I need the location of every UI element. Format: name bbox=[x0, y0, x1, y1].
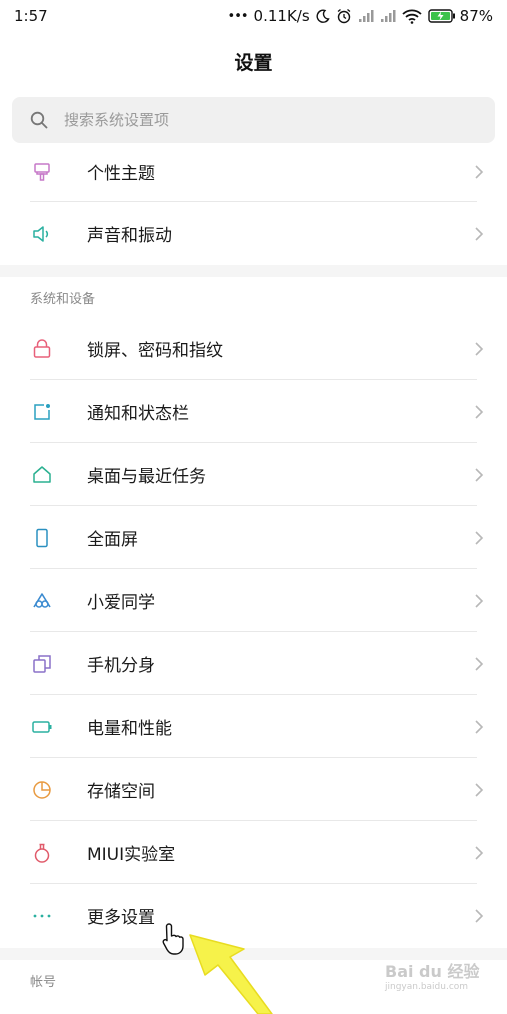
speaker-icon bbox=[30, 222, 54, 246]
settings-item-label: 小爱同学 bbox=[87, 593, 155, 613]
settings-item-label: 电量和性能 bbox=[87, 719, 172, 739]
settings-item-lab[interactable]: MIUI实验室 bbox=[0, 821, 507, 884]
settings-item-clone[interactable]: 手机分身 bbox=[0, 632, 507, 695]
more-dots-icon bbox=[30, 904, 54, 928]
page-title: 设置 bbox=[234, 52, 273, 74]
clone-icon bbox=[30, 652, 54, 676]
search-icon bbox=[30, 111, 48, 129]
settings-item-label: 存储空间 bbox=[87, 782, 155, 802]
notification-icon bbox=[30, 400, 54, 424]
chevron-right-icon bbox=[475, 593, 484, 608]
hand-cursor-icon bbox=[162, 923, 184, 955]
settings-item-label: 声音和振动 bbox=[87, 226, 172, 246]
settings-item-label: 更多设置 bbox=[87, 908, 155, 928]
settings-item-label: 锁屏、密码和指纹 bbox=[87, 341, 223, 361]
section-title-system: 系统和设备 bbox=[30, 292, 96, 307]
settings-item-label: 桌面与最近任务 bbox=[87, 467, 206, 487]
network-speed: 0.11K/s bbox=[253, 7, 310, 25]
settings-item-lock[interactable]: 锁屏、密码和指纹 bbox=[0, 317, 507, 380]
settings-item-xiaoai[interactable]: 小爱同学 bbox=[0, 569, 507, 632]
settings-item-label: 手机分身 bbox=[87, 656, 155, 676]
settings-item-desktop[interactable]: 桌面与最近任务 bbox=[0, 443, 507, 506]
battery-level: 87% bbox=[459, 7, 493, 25]
status-icons: ••• 0.11K/s 87% bbox=[228, 7, 493, 25]
chevron-right-icon bbox=[475, 845, 484, 860]
status-bar: 1:57 ••• 0.11K/s 87% bbox=[0, 0, 507, 32]
section-title-account: 帐号 bbox=[30, 975, 57, 990]
chevron-right-icon bbox=[475, 404, 484, 419]
watermark: Bai du 经验 jingyan.baidu.com bbox=[385, 958, 479, 992]
xiaoai-icon bbox=[30, 589, 54, 613]
chevron-right-icon bbox=[475, 164, 484, 179]
signal-icon bbox=[358, 10, 374, 22]
battery-indicator: 87% bbox=[427, 7, 493, 25]
chevron-right-icon bbox=[475, 341, 484, 356]
settings-item-label: 通知和状态栏 bbox=[87, 404, 189, 424]
settings-item-battery[interactable]: 电量和性能 bbox=[0, 695, 507, 758]
flask-icon bbox=[30, 841, 54, 865]
search-input[interactable] bbox=[64, 111, 444, 129]
chevron-right-icon bbox=[475, 908, 484, 923]
battery-charging-icon bbox=[427, 9, 455, 23]
phone-icon bbox=[30, 526, 54, 550]
moon-icon bbox=[316, 9, 330, 23]
chevron-right-icon bbox=[475, 656, 484, 671]
search-bar[interactable] bbox=[12, 97, 495, 143]
settings-item-label: 个性主题 bbox=[87, 164, 155, 184]
theme-brush-icon bbox=[30, 160, 54, 184]
chevron-right-icon bbox=[475, 719, 484, 734]
status-time: 1:57 bbox=[14, 7, 48, 25]
settings-item-storage[interactable]: 存储空间 bbox=[0, 758, 507, 821]
wifi-icon bbox=[402, 9, 422, 24]
home-icon bbox=[30, 463, 54, 487]
watermark-line2: jingyan.baidu.com bbox=[385, 982, 469, 992]
chevron-right-icon bbox=[475, 467, 484, 482]
storage-pie-icon bbox=[30, 778, 54, 802]
section-gap bbox=[0, 265, 507, 277]
settings-item-label: MIUI实验室 bbox=[87, 845, 176, 865]
chevron-right-icon bbox=[475, 226, 484, 241]
settings-item-notification[interactable]: 通知和状态栏 bbox=[0, 380, 507, 443]
chevron-right-icon bbox=[475, 782, 484, 797]
watermark-line1: Bai du 经验 bbox=[385, 962, 480, 981]
settings-item-label: 全面屏 bbox=[87, 530, 138, 550]
settings-item-theme[interactable]: 个性主题 bbox=[0, 140, 507, 203]
alarm-icon bbox=[337, 8, 351, 24]
lock-icon bbox=[30, 337, 54, 361]
signal-icon-2 bbox=[380, 10, 396, 22]
more-notifications-icon: ••• bbox=[227, 8, 249, 24]
settings-item-sound[interactable]: 声音和振动 bbox=[0, 202, 507, 265]
chevron-right-icon bbox=[475, 530, 484, 545]
battery-icon bbox=[30, 715, 54, 739]
settings-item-fullscreen[interactable]: 全面屏 bbox=[0, 506, 507, 569]
